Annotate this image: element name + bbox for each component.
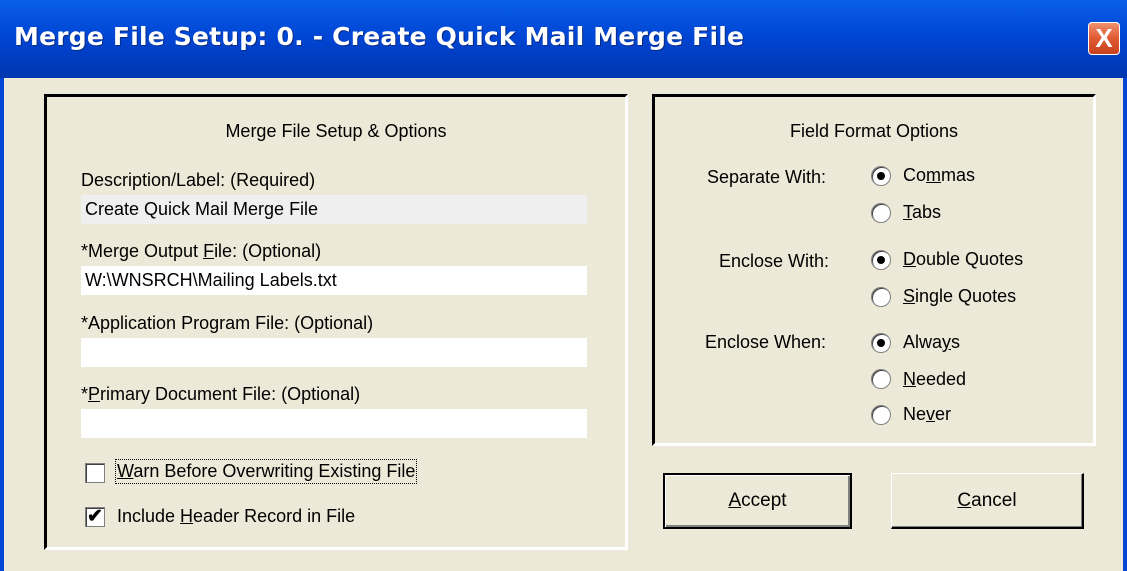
separate-with-label: Separate With: [707,167,827,187]
single-quotes-radio[interactable] [871,287,891,307]
application-program-label: *Application Program File: (Optional) [81,313,374,333]
tabs-label[interactable]: Tabs [903,202,941,223]
needed-label[interactable]: Needed [903,369,966,390]
enclose-when-label: Enclose When: [705,332,827,352]
merge-output-label: *Merge Output File: (Optional) [81,241,322,261]
always-radio[interactable] [871,333,891,353]
description-label: Description/Label: (Required) [81,170,316,190]
merge-options-group: Merge File Setup & Options Description/L… [44,94,628,550]
enclose-with-label: Enclose With: [719,251,830,271]
cancel-button-label: Cancel [957,490,1017,511]
close-button[interactable]: X [1088,22,1120,55]
title-bar: Merge File Setup: 0. - Create Quick Mail… [0,0,1127,78]
window-frame-left [0,78,4,571]
never-label[interactable]: Never [903,404,951,425]
single-quotes-label[interactable]: Single Quotes [903,286,1016,307]
needed-radio[interactable] [871,369,891,389]
accept-button[interactable]: Accept [663,473,852,529]
double-quotes-radio[interactable] [871,250,891,270]
accept-button-label: Accept [728,490,787,511]
field-format-group-title: Field Format Options [789,121,959,141]
include-header-checkbox[interactable]: ✔ [85,507,105,527]
never-radio[interactable] [871,405,891,425]
description-field: Create Quick Mail Merge File [81,195,587,224]
commas-label[interactable]: Commas [903,165,975,186]
close-icon: X [1095,23,1113,53]
merge-options-group-title: Merge File Setup & Options [225,121,447,141]
double-quotes-label[interactable]: Double Quotes [903,249,1023,270]
warn-overwrite-label[interactable]: Warn Before Overwriting Existing File [114,459,418,484]
checkmark-icon: ✔ [87,506,103,527]
commas-radio[interactable] [871,166,891,186]
include-header-label[interactable]: Include Header Record in File [117,506,355,527]
window-frame-right [1123,78,1127,571]
cancel-button[interactable]: Cancel [891,473,1084,529]
primary-document-file-input[interactable] [81,409,587,438]
always-label[interactable]: Always [903,332,960,353]
warn-overwrite-checkbox[interactable] [85,463,105,483]
tabs-radio[interactable] [871,203,891,223]
merge-output-file-input[interactable]: W:\WNSRCH\Mailing Labels.txt [81,266,587,295]
window-title: Merge File Setup: 0. - Create Quick Mail… [14,22,745,51]
field-format-group: Field Format Options Separate With: Comm… [652,94,1096,446]
primary-document-label: *Primary Document File: (Optional) [81,384,361,404]
application-program-file-input[interactable] [81,338,587,367]
